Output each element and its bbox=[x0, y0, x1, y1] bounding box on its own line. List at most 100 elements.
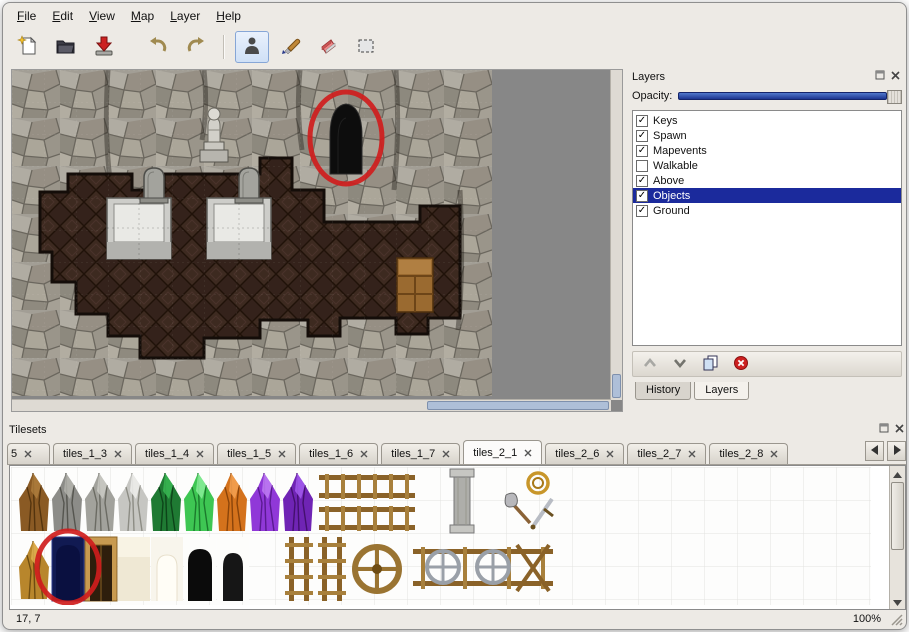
float-panel-button[interactable] bbox=[873, 70, 886, 83]
brush-tool-button[interactable] bbox=[273, 31, 307, 63]
layer-checkbox[interactable]: ✓ bbox=[636, 130, 648, 142]
duplicate-layer-button[interactable] bbox=[702, 354, 719, 374]
tileset-tab[interactable]: tiles_1_6 bbox=[299, 443, 378, 464]
opacity-label: Opacity: bbox=[632, 90, 672, 102]
float-panel-button[interactable] bbox=[877, 423, 890, 436]
undo-button[interactable] bbox=[141, 31, 175, 63]
layer-row-spawn[interactable]: ✓ Spawn bbox=[633, 128, 901, 143]
tomb-platform-1 bbox=[107, 198, 171, 259]
move-layer-up-button[interactable] bbox=[642, 356, 658, 373]
move-layer-down-button[interactable] bbox=[672, 356, 688, 373]
layer-row-ground[interactable]: ✓ Ground bbox=[633, 203, 901, 218]
resize-grip[interactable] bbox=[889, 612, 903, 629]
tileset-tab[interactable]: tiles_2_7 bbox=[627, 443, 706, 464]
tileset-tab[interactable]: tiles_1_3 bbox=[53, 443, 132, 464]
layer-row-keys[interactable]: ✓ Keys bbox=[633, 113, 901, 128]
column-tile[interactable] bbox=[450, 469, 474, 533]
tileset-scroll-thumb[interactable] bbox=[891, 482, 904, 550]
menu-view[interactable]: View bbox=[81, 6, 123, 26]
select-region-tool-button[interactable] bbox=[349, 31, 383, 63]
tileset-tab[interactable]: tiles_1_5 bbox=[217, 443, 296, 464]
redo-button[interactable] bbox=[179, 31, 213, 63]
tileset-tab[interactable]: tiles_1_4 bbox=[135, 443, 214, 464]
tileset-content[interactable] bbox=[9, 465, 906, 610]
close-tab-icon[interactable] bbox=[196, 450, 204, 458]
select-region-tool-icon bbox=[355, 35, 377, 60]
layer-checkbox[interactable]: ✓ bbox=[636, 205, 648, 217]
layer-row-mapevents[interactable]: ✓ Mapevents bbox=[633, 143, 901, 158]
menu-help[interactable]: Help bbox=[208, 6, 249, 26]
dock-tabs: History Layers bbox=[635, 382, 904, 400]
tileset-vertical-scrollbar[interactable] bbox=[889, 466, 905, 609]
close-panel-button[interactable] bbox=[889, 70, 902, 83]
delete-layer-button[interactable] bbox=[733, 355, 749, 374]
track-crossing-tiles[interactable] bbox=[413, 545, 553, 591]
opacity-slider[interactable] bbox=[678, 90, 902, 102]
tilesets-panel-header: Tilesets bbox=[7, 422, 907, 437]
crate bbox=[397, 258, 433, 312]
layer-label: Keys bbox=[653, 115, 677, 127]
pale-tile-2[interactable] bbox=[151, 537, 183, 601]
close-tab-icon[interactable] bbox=[114, 450, 122, 458]
new-button[interactable] bbox=[11, 31, 45, 63]
map-view bbox=[11, 69, 623, 412]
map-vertical-scroll-thumb[interactable] bbox=[612, 374, 621, 398]
tileset-tab-active[interactable]: tiles_2_1 bbox=[463, 440, 542, 465]
pale-tile-1[interactable] bbox=[118, 537, 150, 601]
triangle-down-icon bbox=[893, 595, 902, 609]
cave-entrance-tile-1[interactable] bbox=[184, 537, 216, 601]
tab-history[interactable]: History bbox=[635, 382, 691, 400]
wheel-tile[interactable] bbox=[355, 547, 399, 591]
menu-map[interactable]: Map bbox=[123, 6, 162, 26]
tileset-drawing bbox=[11, 467, 871, 605]
menu-layer[interactable]: Layer bbox=[162, 6, 208, 26]
scroll-down-button[interactable] bbox=[890, 594, 905, 609]
tileset-tab[interactable]: 5 bbox=[7, 443, 50, 464]
close-tab-icon[interactable] bbox=[360, 450, 368, 458]
layer-row-walkable[interactable]: Walkable bbox=[633, 158, 901, 173]
tileset-tab-label: tiles_1_5 bbox=[227, 448, 271, 460]
menu-edit[interactable]: Edit bbox=[44, 6, 81, 26]
close-tab-icon[interactable] bbox=[606, 450, 614, 458]
close-panel-button[interactable] bbox=[893, 423, 906, 436]
layer-row-objects[interactable]: ✓ Objects bbox=[633, 188, 901, 203]
layer-checkbox[interactable]: ✓ bbox=[636, 190, 648, 202]
layer-checkbox[interactable]: ✓ bbox=[636, 115, 648, 127]
layers-panel-title: Layers bbox=[632, 71, 870, 83]
close-tab-icon[interactable] bbox=[278, 450, 286, 458]
scroll-tabs-left-button[interactable] bbox=[865, 441, 884, 461]
layer-checkbox[interactable] bbox=[636, 160, 648, 172]
menu-file[interactable]: File bbox=[9, 6, 44, 26]
scroll-tabs-right-button[interactable] bbox=[887, 441, 906, 461]
save-button[interactable] bbox=[87, 31, 121, 63]
cursor-coordinates: 17, 7 bbox=[16, 613, 853, 625]
close-tab-icon[interactable] bbox=[24, 450, 32, 458]
map-horizontal-scrollbar[interactable] bbox=[12, 399, 611, 411]
tileset-tab-label: tiles_1_6 bbox=[309, 448, 353, 460]
tileset-tab[interactable]: tiles_2_8 bbox=[709, 443, 788, 464]
menubar: File Edit View Map Layer Help bbox=[3, 3, 906, 29]
layer-row-above[interactable]: ✓ Above bbox=[633, 173, 901, 188]
scroll-up-button[interactable] bbox=[890, 466, 905, 481]
layer-checkbox[interactable]: ✓ bbox=[636, 145, 648, 157]
tileset-tab[interactable]: tiles_2_6 bbox=[545, 443, 624, 464]
layer-checkbox[interactable]: ✓ bbox=[636, 175, 648, 187]
tileset-canvas[interactable] bbox=[11, 467, 871, 608]
eraser-tool-button[interactable] bbox=[311, 31, 345, 63]
close-tab-icon[interactable] bbox=[770, 450, 778, 458]
opacity-slider-thumb[interactable] bbox=[887, 90, 902, 104]
tileset-tab[interactable]: tiles_1_7 bbox=[381, 443, 460, 464]
entity-tool-button[interactable] bbox=[235, 31, 269, 63]
tab-layers[interactable]: Layers bbox=[694, 382, 749, 400]
cave-entrance-tile-2[interactable] bbox=[217, 537, 249, 601]
open-button[interactable] bbox=[49, 31, 83, 63]
map-horizontal-scroll-thumb[interactable] bbox=[427, 401, 609, 410]
close-tab-icon[interactable] bbox=[524, 449, 532, 457]
opacity-row: Opacity: bbox=[632, 88, 902, 104]
float-icon bbox=[875, 70, 885, 83]
map-canvas[interactable] bbox=[12, 70, 492, 396]
door-tile-navy-selected[interactable] bbox=[52, 537, 84, 601]
close-tab-icon[interactable] bbox=[442, 450, 450, 458]
close-tab-icon[interactable] bbox=[688, 450, 696, 458]
map-vertical-scrollbar[interactable] bbox=[610, 70, 622, 400]
